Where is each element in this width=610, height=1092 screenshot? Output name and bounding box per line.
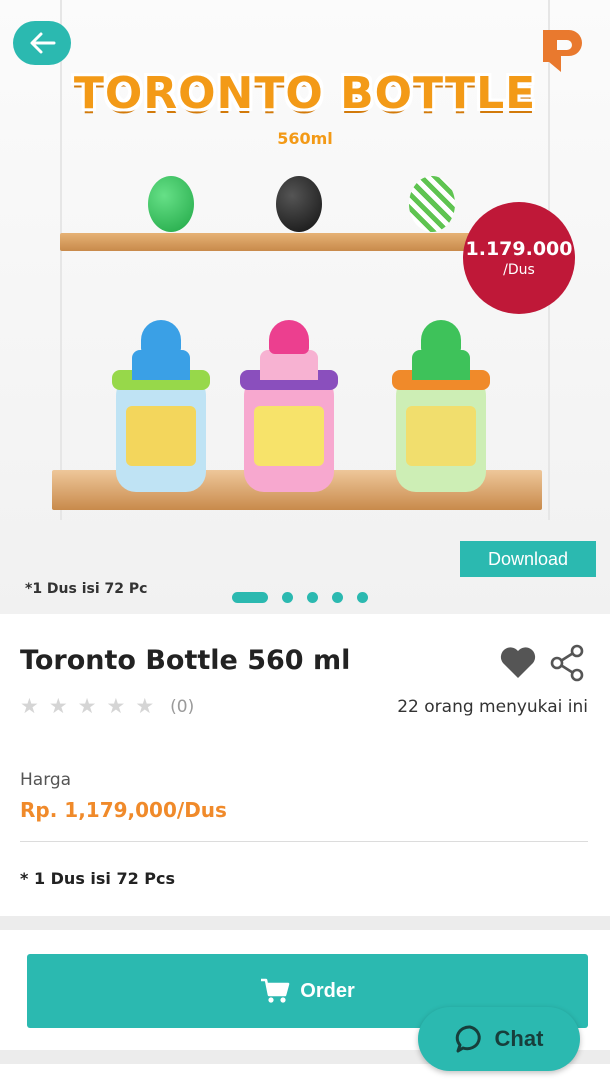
divider [20, 841, 588, 842]
order-label: Order [300, 979, 355, 1002]
badge-price: 1.179.000 [465, 238, 573, 260]
green-bottle [392, 320, 490, 492]
download-button[interactable]: Download [460, 541, 596, 577]
carousel-dot[interactable] [332, 592, 343, 603]
carousel-dot[interactable] [232, 592, 268, 603]
star-icon: ★ [135, 694, 155, 718]
product-image-carousel[interactable]: TORONTO BOTTLE 560ml 1.179.000 /Dus Down… [0, 0, 610, 614]
hero-note: *1 Dus isi 72 Pc [25, 581, 148, 597]
carousel-dot[interactable] [357, 592, 368, 603]
black-ball [276, 176, 322, 232]
chat-button[interactable]: Chat [418, 1007, 580, 1071]
carousel-dot[interactable] [307, 592, 318, 603]
heart-icon[interactable] [498, 644, 538, 680]
hero-title: TORONTO BOTTLE [73, 68, 537, 119]
back-arrow-icon [30, 32, 56, 54]
chat-bubble-icon [455, 1025, 481, 1053]
star-icon: ★ [106, 694, 126, 718]
price-badge: 1.179.000 /Dus [463, 202, 575, 314]
shelf-top [60, 233, 480, 251]
cart-icon [261, 978, 290, 1003]
chat-label: Chat [494, 1026, 544, 1051]
hero-subtitle: 560ml [277, 129, 333, 148]
badge-unit: /Dus [503, 262, 535, 278]
likes-count: 22 orang menyukai ini [397, 697, 588, 717]
share-icon[interactable] [549, 644, 585, 682]
star-icon: ★ [20, 694, 39, 718]
star-icon: ★ [77, 694, 97, 718]
carousel-indicator [232, 592, 368, 603]
product-title: Toronto Bottle 560 ml [20, 645, 351, 676]
green-ball [148, 176, 194, 232]
package-note: * 1 Dus isi 72 Pcs [20, 869, 176, 888]
blue-bottle [112, 320, 210, 492]
striped-ball [409, 176, 455, 232]
carousel-dot[interactable] [282, 592, 293, 603]
star-icon: ★ [48, 694, 68, 718]
rating-stars: ★ ★ ★ ★ ★ (0) [20, 696, 194, 717]
price-value: Rp. 1,179,000/Dus [20, 798, 227, 822]
rating-count: (0) [170, 696, 195, 717]
price-label: Harga [20, 770, 72, 790]
brand-logo [543, 30, 582, 72]
pink-bottle [240, 320, 338, 492]
back-button[interactable] [13, 21, 71, 65]
product-details: Toronto Bottle 560 ml ★ ★ ★ ★ ★ (0) 22 o… [0, 614, 610, 916]
